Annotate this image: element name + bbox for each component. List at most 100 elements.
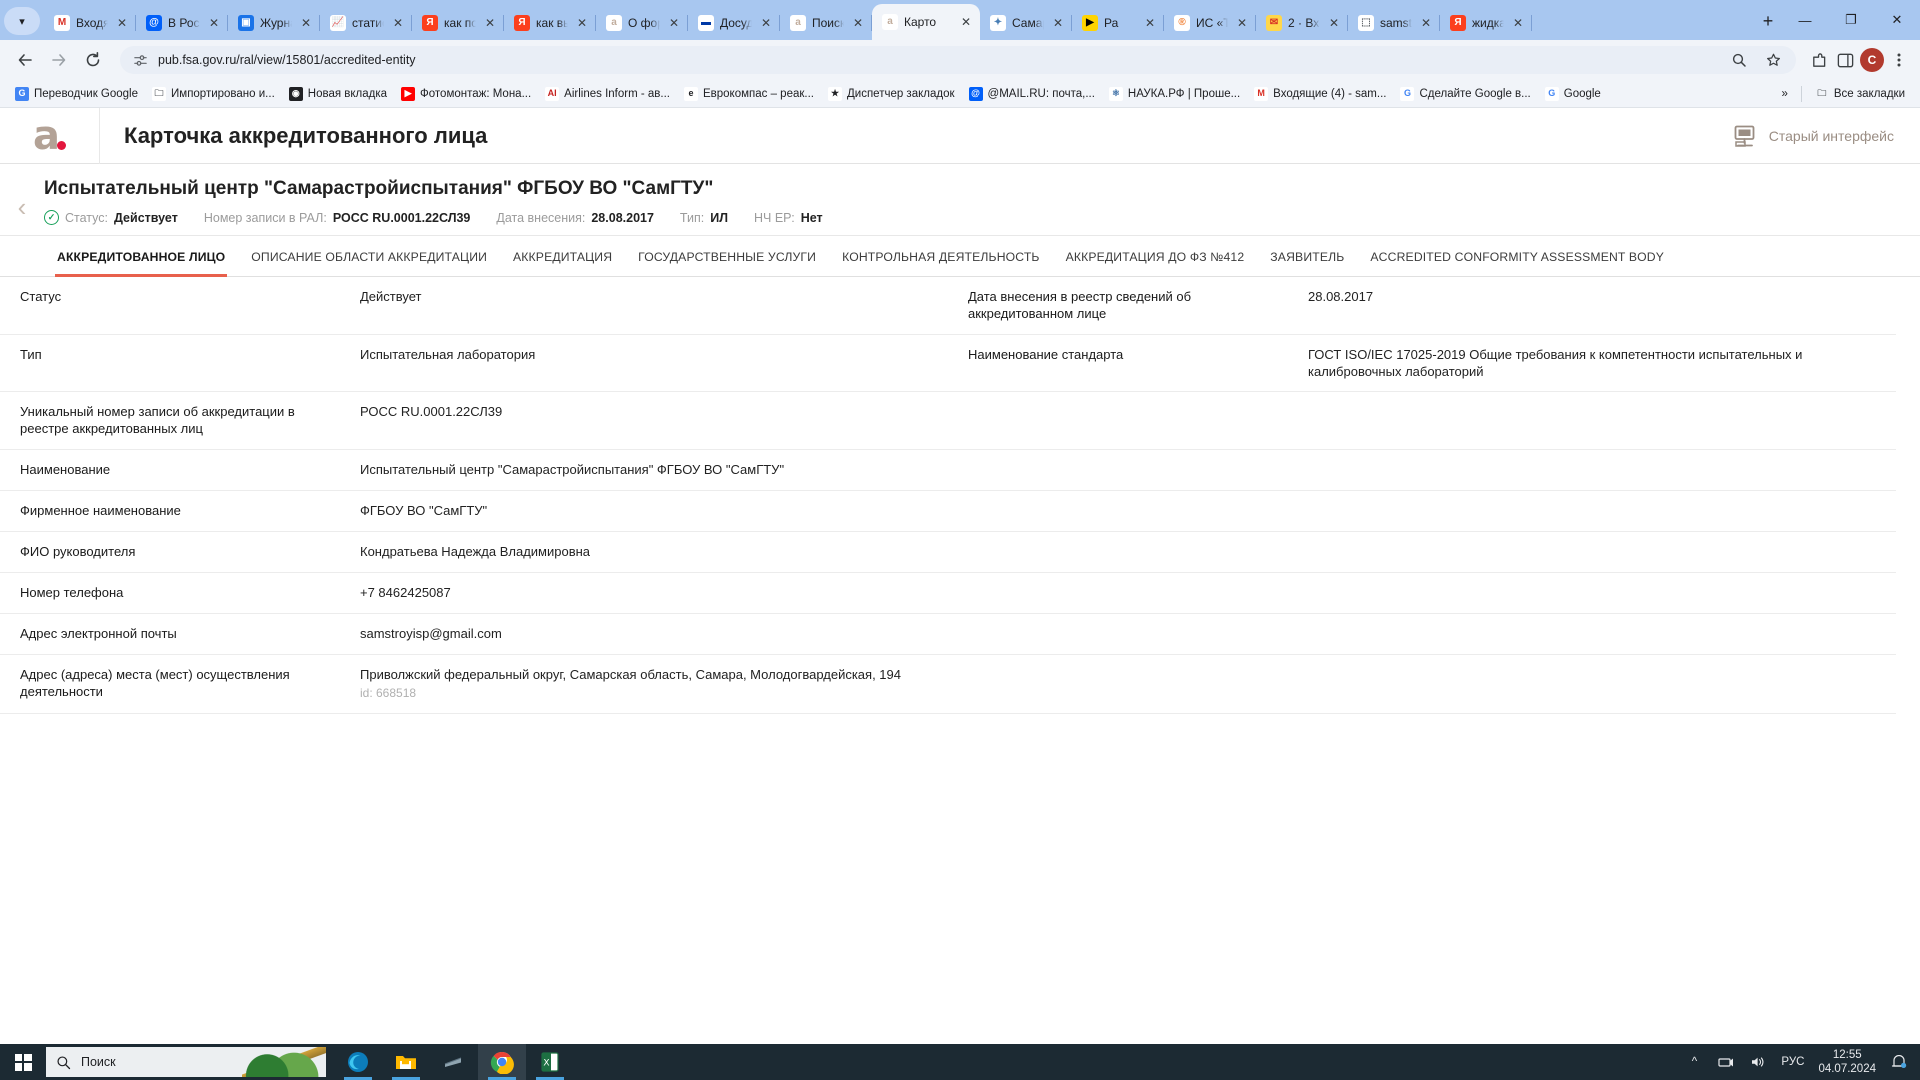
browser-tab[interactable]: Якак по ✕ — [412, 6, 504, 40]
page-tab[interactable]: АККРЕДИТОВАННОЕ ЛИЦО — [44, 236, 238, 277]
kebab-menu-icon[interactable] — [1888, 49, 1910, 71]
check-circle-icon: ✓ — [44, 210, 59, 225]
taskbar-search-placeholder: Поиск — [81, 1055, 116, 1069]
tab-search-button[interactable]: ▾ — [4, 7, 40, 35]
tab-close-icon[interactable]: ✕ — [482, 15, 498, 31]
chevron-left-icon[interactable]: ‹ — [0, 178, 44, 225]
taskbar-app-scanner[interactable] — [430, 1044, 478, 1080]
browser-tab-label: О фор — [628, 16, 660, 30]
clock[interactable]: 12:55 04.07.2024 — [1818, 1048, 1876, 1077]
page-tab[interactable]: АККРЕДИТАЦИЯ — [500, 236, 625, 276]
tab-close-icon[interactable]: ✕ — [298, 15, 314, 31]
address-bar[interactable]: pub.fsa.gov.ru/ral/view/15801/accredited… — [120, 46, 1796, 74]
browser-tab[interactable]: ▶ Ра ✕ — [1072, 6, 1164, 40]
taskbar-search[interactable]: Поиск — [46, 1047, 326, 1077]
site-settings-icon[interactable] — [132, 52, 148, 68]
tab-close-icon[interactable]: ✕ — [1326, 15, 1342, 31]
bookmark-item[interactable]: AI Airlines Inform - ав... — [538, 85, 677, 103]
bookmark-item[interactable]: G Google — [1538, 85, 1608, 103]
bookmark-item[interactable]: G Переводчик Google — [8, 85, 145, 103]
detail-label: Дата внесения в реестр сведений об аккре… — [968, 289, 1192, 322]
page-tab[interactable]: ОПИСАНИЕ ОБЛАСТИ АККРЕДИТАЦИИ — [238, 236, 500, 276]
back-button[interactable] — [10, 45, 40, 75]
browser-tab[interactable]: M Входящ ✕ — [44, 6, 136, 40]
tab-close-icon[interactable]: ✕ — [574, 15, 590, 31]
browser-tab[interactable]: ▬ Досуд ✕ — [688, 6, 780, 40]
browser-tab[interactable]: а Поиск ✕ — [780, 6, 872, 40]
page-tab[interactable]: ACCREDITED CONFORMITY ASSESSMENT BODY — [1357, 236, 1677, 276]
bookmarks-overflow-button[interactable]: » — [1774, 86, 1794, 102]
tab-close-icon[interactable]: ✕ — [1234, 15, 1250, 31]
windows-taskbar: Поиск X ^ РУС 12:55 04.07.2024 — [0, 1044, 1920, 1080]
bookmark-item[interactable]: G Сделайте Google в... — [1393, 85, 1537, 103]
chevron-up-icon[interactable]: ^ — [1685, 1053, 1703, 1071]
split-view-icon[interactable] — [1834, 49, 1856, 71]
address-bar-actions — [1728, 49, 1784, 71]
volume-icon[interactable] — [1749, 1053, 1767, 1071]
tab-close-icon[interactable]: ✕ — [1142, 15, 1158, 31]
browser-tab[interactable]: ⬚ samst ✕ — [1348, 6, 1440, 40]
bookmark-item[interactable]: ◉ Новая вкладка — [282, 85, 394, 103]
bookmark-item[interactable]: M Входящие (4) - sam... — [1247, 85, 1393, 103]
tab-close-icon[interactable]: ✕ — [114, 15, 130, 31]
tab-close-icon[interactable]: ✕ — [1418, 15, 1434, 31]
star-icon[interactable] — [1762, 49, 1784, 71]
all-bookmarks-button[interactable]: 🗀 Все закладки — [1808, 85, 1912, 103]
start-button[interactable] — [0, 1044, 46, 1080]
entity-meta-value: ИЛ — [710, 210, 728, 225]
language-indicator[interactable]: РУС — [1781, 1056, 1804, 1068]
tab-close-icon[interactable]: ✕ — [758, 15, 774, 31]
notifications-icon[interactable] — [1890, 1053, 1908, 1071]
browser-tab[interactable]: 📈 статис ✕ — [320, 6, 412, 40]
bookmark-item[interactable]: ★ Диспетчер закладок — [821, 85, 962, 103]
browser-tab[interactable]: ✦ Самар ✕ — [980, 6, 1072, 40]
entity-meta-label: Дата внесения: — [496, 210, 586, 225]
tab-close-icon[interactable]: ✕ — [1050, 15, 1066, 31]
bookmark-item[interactable]: ▶ Фотомонтаж: Мона... — [394, 85, 538, 103]
old-interface-link[interactable]: Старый интерфейс — [1733, 124, 1894, 148]
entity-meta-item: Номер записи в РАЛ: РОСС RU.0001.22СЛ39 — [204, 211, 471, 225]
network-icon[interactable] — [1717, 1053, 1735, 1071]
bookmark-item[interactable]: 🗀 Импортировано и... — [145, 85, 282, 103]
page-tab[interactable]: ЗАЯВИТЕЛЬ — [1257, 236, 1357, 276]
page-tab[interactable]: КОНТРОЛЬНАЯ ДЕЯТЕЛЬНОСТЬ — [829, 236, 1052, 276]
browser-tab[interactable]: @ В Росс ✕ — [136, 6, 228, 40]
browser-tab-label: Карто — [904, 15, 937, 29]
tab-close-icon[interactable]: ✕ — [666, 15, 682, 31]
browser-tab[interactable]: а Карто ✕ — [872, 4, 980, 40]
browser-tab[interactable]: ® ИС «Т ✕ — [1164, 6, 1256, 40]
browser-tab[interactable]: а О фор ✕ — [596, 6, 688, 40]
taskbar-app-excel[interactable]: X — [526, 1044, 574, 1080]
new-tab-button[interactable]: + — [1754, 7, 1782, 35]
bookmark-item[interactable]: ⚛ НАУКА.РФ | Проше... — [1102, 85, 1247, 103]
browser-tab[interactable]: ▣ Журна ✕ — [228, 6, 320, 40]
extensions-icon[interactable] — [1808, 49, 1830, 71]
taskbar-app-chrome[interactable] — [478, 1044, 526, 1080]
tab-close-icon[interactable]: ✕ — [206, 15, 222, 31]
reload-button[interactable] — [78, 45, 108, 75]
profile-avatar[interactable]: C — [1860, 48, 1884, 72]
forward-button[interactable] — [44, 45, 74, 75]
taskbar-app-edge[interactable] — [334, 1044, 382, 1080]
tab-close-icon[interactable]: ✕ — [1510, 15, 1526, 31]
entity-meta-item: ✓ Статус: Действует — [44, 210, 178, 225]
all-bookmarks-label: Все закладки — [1833, 87, 1905, 100]
browser-tab[interactable]: Якак вы ✕ — [504, 6, 596, 40]
browser-tab[interactable]: ✉ 2 · Вхо ✕ — [1256, 6, 1348, 40]
tab-close-icon[interactable]: ✕ — [390, 15, 406, 31]
maximize-button[interactable]: ❐ — [1828, 0, 1874, 40]
page-tab[interactable]: АККРЕДИТАЦИЯ ДО ФЗ №412 — [1053, 236, 1258, 276]
bookmark-item[interactable]: @ @MAIL.RU: почта,... — [962, 85, 1102, 103]
site-logo[interactable]: а — [0, 108, 100, 164]
entity-title: Испытательный центр "Самарастройиспытани… — [44, 178, 714, 199]
close-window-button[interactable]: ✕ — [1874, 0, 1920, 40]
browser-tab[interactable]: Яжидка ✕ — [1440, 6, 1532, 40]
bookmark-item[interactable]: e Еврокомпас – реак... — [677, 85, 821, 103]
tab-close-icon[interactable]: ✕ — [958, 14, 974, 30]
tab-close-icon[interactable]: ✕ — [850, 15, 866, 31]
taskbar-app-file-explorer[interactable] — [382, 1044, 430, 1080]
minimize-button[interactable]: — — [1782, 0, 1828, 40]
page-tab[interactable]: ГОСУДАРСТВЕННЫЕ УСЛУГИ — [625, 236, 829, 276]
zoom-icon[interactable] — [1728, 49, 1750, 71]
detail-value: Приволжский федеральный округ, Самарская… — [360, 666, 901, 682]
